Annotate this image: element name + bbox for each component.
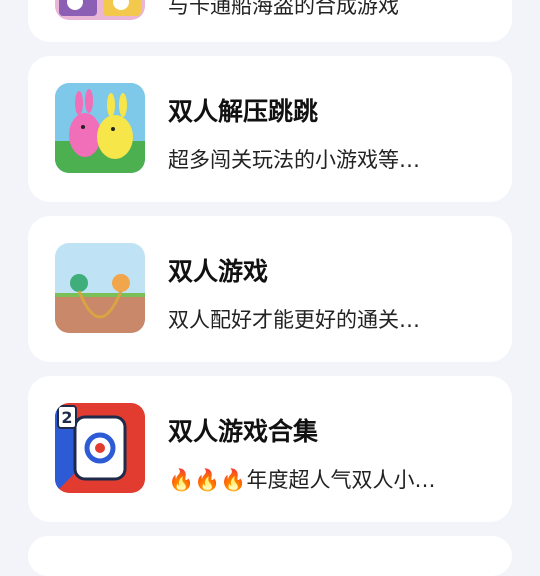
game-list-item[interactable]: 双人解压跳跳 超多闯关玩法的小游戏等… [28,56,512,202]
game-list-item[interactable]: 与卡通船海盗的合成游戏 [28,0,512,42]
pink-yellow-bunnies-icon [55,83,145,173]
game-description: 与卡通船海盗的合成游戏 [168,0,399,18]
game-description: 🔥🔥🔥年度超人气双人小… [168,468,436,492]
game-description: 双人配好才能更好的通关… [168,308,420,332]
game-title: 双人游戏合集 [168,417,319,446]
game-list-item[interactable] [28,536,512,576]
two-player-curling-icon: 2 [55,403,145,493]
svg-text:2: 2 [61,408,72,427]
rope-creatures-icon [55,243,145,333]
game-list-item[interactable]: 2 双人游戏合集 🔥🔥🔥年度超人气双人小… [28,376,512,522]
game-description: 超多闯关玩法的小游戏等… [168,148,420,172]
cartoon-ship-game-icon [55,0,145,20]
game-list-item[interactable]: 双人游戏 双人配好才能更好的通关… [28,216,512,362]
game-title: 双人游戏 [168,257,269,286]
game-title: 双人解压跳跳 [168,97,319,126]
